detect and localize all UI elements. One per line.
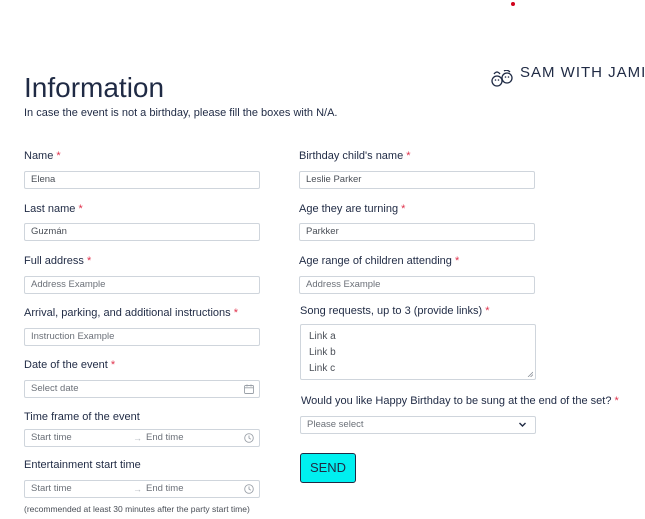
page-subtitle: In case the event is not a birthday, ple… [24,107,338,119]
arrow-right-icon: → [133,484,142,494]
age-turning-label: Age they are turning * [299,203,406,215]
full-address-field[interactable]: Address Example [24,276,260,294]
brand-name: SAM WITH JAMIE [520,66,645,81]
date-placeholder: Select date [31,383,79,394]
time-frame-range[interactable]: Start time → End time [24,429,260,447]
time-frame-end[interactable]: End time [146,430,184,446]
song-requests-label: Song requests, up to 3 (provide links) * [300,305,490,317]
resize-grip-icon[interactable] [527,371,533,377]
date-picker[interactable]: Select date [24,380,260,398]
song-requests-textarea[interactable]: Link a Link b Link c [300,324,536,380]
age-range-field[interactable]: Address Example [299,276,535,294]
page-title: Information [24,72,165,103]
time-frame-start[interactable]: Start time [31,432,72,443]
date-label: Date of the event * [24,359,116,371]
entertainment-start-label: Entertainment start time [24,459,141,471]
happy-birthday-select[interactable]: Please select [300,416,536,434]
time-frame-label: Time frame of the event [24,411,140,423]
entertainment-end[interactable]: End time [146,481,184,497]
song-link-line: Link c [309,363,336,374]
age-range-label: Age range of children attending * [299,255,460,267]
chevron-down-icon [519,422,526,427]
happy-birthday-placeholder: Please select [307,419,364,430]
song-link-line: Link a [309,331,336,342]
last-name-label: Last name * [24,203,83,215]
clock-icon [244,484,254,494]
name-label: Name * [24,150,61,162]
entertainment-time-range[interactable]: Start time → End time [24,480,260,498]
happy-birthday-label: Would you like Happy Birthday to be sung… [301,395,619,407]
send-button[interactable]: SEND [300,453,356,483]
clock-icon [244,433,254,443]
song-link-line: Link b [309,347,336,358]
arrow-right-icon: → [133,433,142,443]
full-address-label: Full address * [24,255,92,267]
last-name-field[interactable]: Guzmán [24,223,260,241]
age-turning-field[interactable]: Parkker [299,223,535,241]
calendar-icon [244,384,254,394]
instructions-label: Arrival, parking, and additional instruc… [24,307,239,319]
entertainment-note: (recommended at least 30 minutes after t… [24,504,250,514]
entertainment-start[interactable]: Start time [31,483,72,494]
name-field[interactable]: Elena [24,171,260,189]
notification-dot [511,2,515,6]
brand-logo[interactable]: SAM WITH JAMIE [490,66,645,88]
instructions-field[interactable]: Instruction Example [24,328,260,346]
child-name-label: Birthday child's name * [299,150,411,162]
child-name-field[interactable]: Leslie Parker [299,171,535,189]
babies-faces-icon [491,70,513,87]
